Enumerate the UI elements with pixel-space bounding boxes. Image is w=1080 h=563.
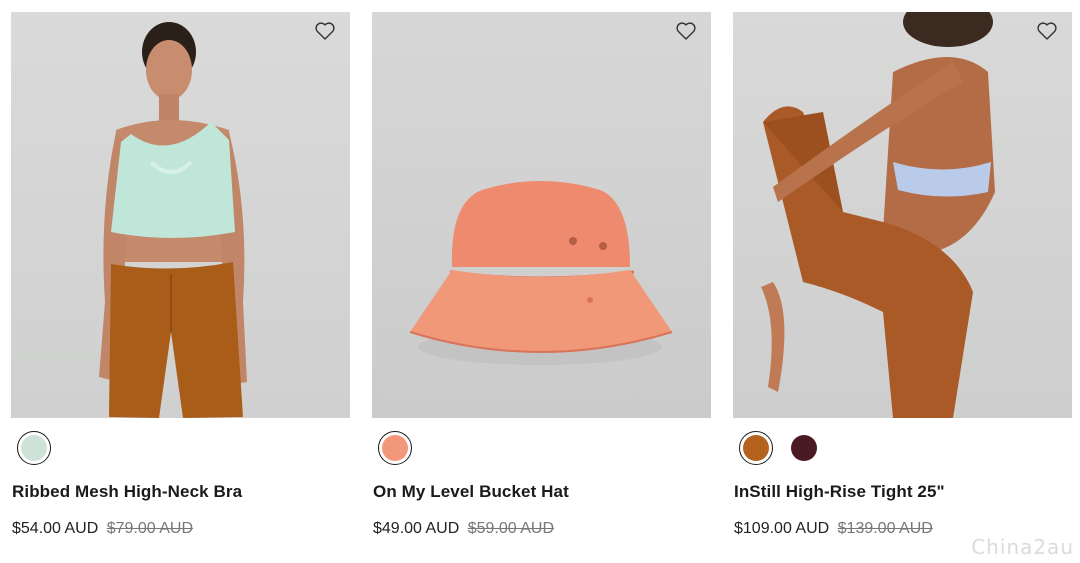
original-price: $139.00 AUD [837,520,933,537]
swatch-color [791,435,817,461]
swatch-color [382,435,408,461]
product-image[interactable] [733,12,1072,418]
hat-photo [409,181,673,365]
color-swatch[interactable] [739,431,773,465]
swatch-color [743,435,769,461]
sale-price: $109.00 AUD [734,520,830,537]
model-photo [761,12,995,418]
product-price: $54.00 AUD $79.00 AUD [12,520,350,538]
watermark: Chinа2au [971,535,1074,559]
model-photo [99,22,247,418]
color-swatch[interactable] [787,431,821,465]
product-name[interactable]: On My Level Bucket Hat [373,482,711,502]
product-image[interactable] [372,12,711,418]
color-swatch[interactable] [17,431,51,465]
sale-price: $49.00 AUD [373,520,460,537]
original-price: $59.00 AUD [467,520,555,537]
product-price: $49.00 AUD $59.00 AUD [373,520,711,538]
swatch-color [21,435,47,461]
product-image[interactable] [11,12,350,418]
product-name[interactable]: Ribbed Mesh High-Neck Bra [12,482,350,502]
color-swatches [17,430,350,466]
color-swatches [378,430,711,466]
original-price: $79.00 AUD [106,520,194,537]
color-swatches [739,430,1072,466]
product-card[interactable]: Ribbed Mesh High-Neck Bra $54.00 AUD $79… [11,12,350,538]
wishlist-heart-icon[interactable] [314,20,336,42]
wishlist-heart-icon[interactable] [1036,20,1058,42]
product-name[interactable]: InStill High-Rise Tight 25" [734,482,1072,502]
product-card[interactable]: On My Level Bucket Hat $49.00 AUD $59.00… [372,12,711,538]
color-swatch[interactable] [378,431,412,465]
sale-price: $54.00 AUD [12,520,99,537]
product-grid: Ribbed Mesh High-Neck Bra $54.00 AUD $79… [11,12,1072,538]
wishlist-heart-icon[interactable] [675,20,697,42]
product-card[interactable]: InStill High-Rise Tight 25" $109.00 AUD … [733,12,1072,538]
